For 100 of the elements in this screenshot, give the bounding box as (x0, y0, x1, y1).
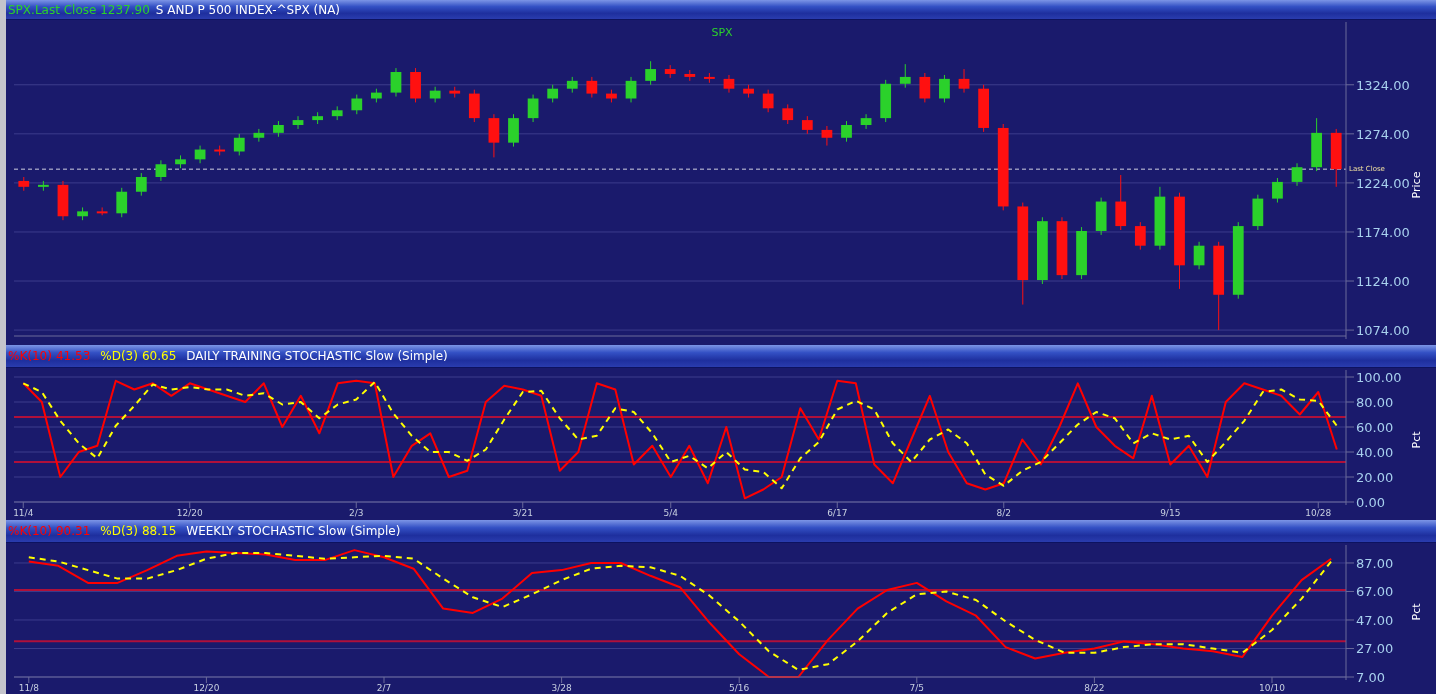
candlestick (135, 172, 147, 197)
x-axis-label: 11/8 (18, 683, 39, 693)
y-axis-label: 47.00 (1356, 613, 1394, 628)
y-axis-label: 20.00 (1356, 470, 1394, 485)
candlestick (214, 145, 226, 156)
candlestick (194, 145, 206, 164)
y-axis-label: 1174.00 (1356, 224, 1410, 240)
candlestick (1076, 226, 1087, 280)
y-axis-label: 67.00 (1356, 584, 1394, 600)
candlestick (429, 86, 441, 103)
last-close-label: SPX.Last Close 1237.90 (8, 2, 150, 17)
x-axis-label: 2/7 (376, 683, 392, 693)
candlestick (273, 120, 284, 138)
candlestick (1115, 174, 1127, 231)
d-value-label: 88.15 (141, 524, 177, 538)
x-axis-label: 8/22 (1084, 683, 1105, 693)
candlestick (331, 105, 343, 121)
candlestick (351, 94, 363, 115)
d-value-label: 60.65 (141, 349, 177, 363)
candlestick (1291, 162, 1303, 187)
chart-title: SPX (711, 26, 733, 39)
x-axis-label: 9/15 (1160, 508, 1181, 518)
y-axis-label: 87.00 (1356, 555, 1394, 571)
candlestick (821, 125, 833, 147)
candlestick (684, 69, 696, 82)
candlestick (1330, 128, 1342, 188)
candlestick (1037, 216, 1048, 285)
y-axis-label: 60.00 (1356, 420, 1394, 435)
k-value-label: 90.31 (55, 524, 91, 538)
candlestick (1154, 186, 1166, 251)
candlestick (1134, 221, 1146, 251)
candlestick (508, 113, 519, 148)
candlestick (919, 72, 931, 103)
y-axis-label: 1274.00 (1356, 126, 1410, 142)
candlestick (155, 159, 167, 182)
y-axis-label: 100.00 (1356, 370, 1402, 385)
candlestick (586, 76, 598, 98)
candlestick (762, 89, 774, 113)
candlestick (96, 206, 108, 216)
candlestick (410, 67, 421, 103)
d-legend-label: %D(3) (100, 349, 138, 363)
y-axis-label: 27.00 (1356, 641, 1394, 657)
candlestick (77, 206, 88, 221)
x-axis-label: 10/10 (1259, 683, 1285, 693)
indicator-title: WEEKLY STOCHASTIC Slow (Simple) (186, 524, 401, 538)
candlestick (449, 86, 461, 98)
candlestick (801, 115, 813, 135)
x-axis-label: 12/20 (176, 508, 203, 518)
y-axis-label: 7.00 (1356, 670, 1385, 685)
y-axis-label: 1224.00 (1356, 175, 1410, 191)
y-axis-label: 1074.00 (1356, 323, 1410, 339)
y-axis-label: 40.00 (1356, 445, 1394, 460)
candlestick (841, 120, 852, 143)
candlestick (743, 84, 754, 98)
candlestick (38, 180, 49, 192)
candlestick (566, 76, 578, 94)
candlestick (723, 74, 735, 94)
y-axis-title: Price (1410, 171, 1423, 199)
y-axis-label: 0.00 (1356, 495, 1385, 510)
x-axis-label: 8/2 (996, 508, 1011, 518)
candlestick (1095, 197, 1107, 236)
candlestick (1056, 216, 1068, 280)
candlestick (880, 79, 892, 123)
candlestick (978, 84, 989, 133)
y-axis-title: Pct (1410, 603, 1423, 621)
y-axis-label: 80.00 (1356, 395, 1394, 410)
x-axis-label: 3/28 (551, 683, 572, 693)
y-axis-title: Pct (1410, 431, 1423, 449)
y-axis-label: 1324.00 (1356, 77, 1410, 93)
x-axis-label: 11/4 (13, 508, 34, 518)
x-axis-label: 2/3 (349, 508, 364, 518)
k-legend-label: %K(10) (8, 349, 52, 363)
candlestick (468, 89, 480, 123)
x-axis-label: 5/4 (663, 508, 678, 518)
indicator-title: DAILY TRAINING STOCHASTIC Slow (Simple) (186, 349, 448, 363)
candlestick (645, 60, 656, 86)
candlestick (606, 89, 617, 103)
candlestick (1252, 194, 1264, 231)
x-axis-label: 5/16 (729, 683, 750, 693)
k-value-label: 41.53 (55, 349, 91, 363)
x-axis-label: 7/5 (909, 683, 925, 693)
candlestick (860, 113, 872, 130)
candlestick (371, 88, 382, 103)
k-legend-label: %K(10) (8, 524, 52, 538)
candlestick (1272, 177, 1283, 203)
instrument-title: S AND P 500 INDEX-^SPX (NA) (155, 2, 341, 17)
candlestick (704, 72, 715, 84)
candlestick (958, 68, 970, 94)
candlestick (1193, 241, 1205, 270)
y-axis-label: 1124.00 (1356, 274, 1410, 290)
candlestick (18, 176, 30, 192)
candlestick (527, 94, 539, 123)
candlestick (625, 76, 637, 103)
candlestick (1311, 117, 1322, 172)
candlestick (664, 64, 676, 79)
candlestick (939, 74, 950, 103)
candlestick (57, 180, 69, 221)
x-axis-label: 12/20 (193, 683, 220, 693)
candlestick (292, 115, 304, 130)
candlestick (116, 187, 128, 218)
